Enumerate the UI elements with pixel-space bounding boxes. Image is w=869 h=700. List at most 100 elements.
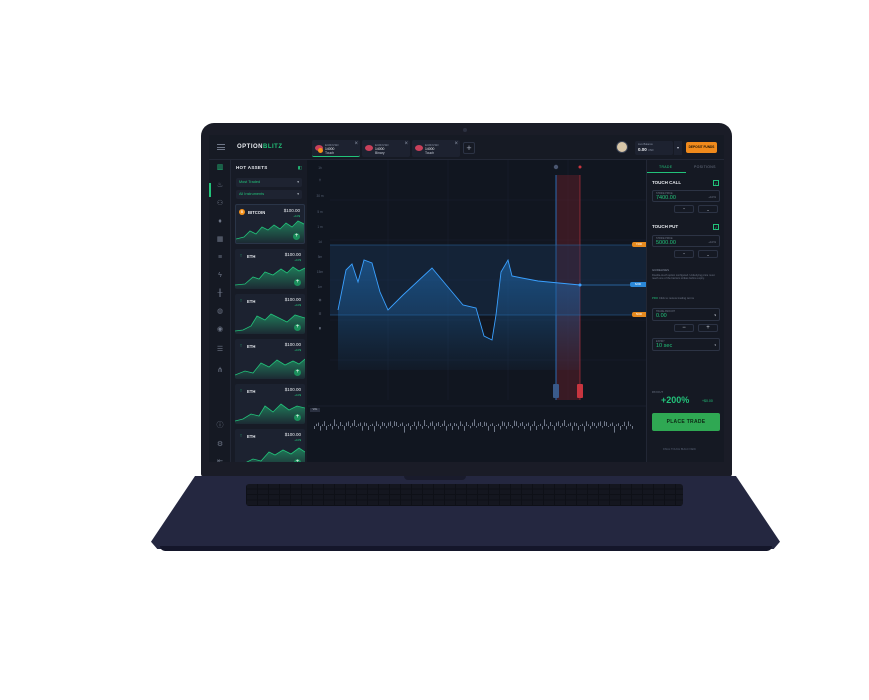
calendar-icon[interactable]: ▦ [216,236,224,244]
zoom-icon[interactable]: ⚲ [312,178,328,182]
place-trade-button[interactable]: PLACE TRADE [652,413,720,431]
touch-call-checkbox[interactable]: ✓ [713,180,719,186]
call-strike-field[interactable]: STRIKE PRICE 7400.00 +10% [652,190,720,202]
volume-bar [430,422,431,426]
entry-marker-icon[interactable] [553,164,559,170]
volume-bar [346,422,347,426]
asset-tab-2[interactable]: EUR/USD 14000 Binary × [362,140,410,157]
bar-chart-icon[interactable]: ▥ [216,164,224,172]
volume-bar [602,426,603,428]
touch-put-checkbox[interactable]: ✓ [713,224,719,230]
users-icon[interactable]: ⚇ [216,200,224,208]
volume-bar [608,426,609,427]
volume-bar [584,426,585,432]
volume-bar [320,426,321,431]
touch-put-title: TOUCH PUT [652,224,679,229]
volume-bar [352,423,353,426]
globe-icon[interactable]: ◍ [216,308,224,316]
timeframe-button[interactable]: 1h [312,166,328,170]
volume-bar [492,423,493,426]
target-icon[interactable]: ◉ [216,326,224,334]
entry-handle[interactable] [553,384,559,398]
draw-tool-icon[interactable]: ⛭ [312,298,328,302]
balance-dropdown-button[interactable]: ▾ [674,141,682,155]
tab-positions[interactable]: POSITIONS [694,165,716,169]
gear-icon[interactable]: ⚙ [216,441,224,449]
hamburger-menu-icon[interactable] [217,144,225,150]
volume-bar [314,426,315,429]
asset-card-2[interactable]: ↑ ETH $100.00 +10$ + [235,294,305,334]
volume-bar [434,426,435,430]
chart-icon[interactable]: ≡ [216,254,224,262]
deposit-button[interactable]: DEPOSIT FUNDS [686,142,717,153]
asset-card-3[interactable]: ↑ ETH $100.00 +10$ + [235,339,305,379]
expiry-marker-icon[interactable] [578,165,582,169]
balance-currency: USD [648,149,654,152]
asset-card-0[interactable]: B BITCOIN $100.00 +10$ + [235,204,305,244]
timeframe-button[interactable]: 1m [312,285,328,289]
volume-bar [578,426,579,430]
drop-icon[interactable]: ♦ [216,218,224,226]
add-asset-button[interactable]: + [294,279,301,286]
increase-amount-button[interactable]: + [698,324,718,332]
call-down-button[interactable]: ⌄ [698,205,718,213]
close-tab-icon[interactable]: × [404,141,408,147]
asset-card-5[interactable]: ↑ ETH $100.00 +10$ + [235,429,305,462]
volume-bar [600,421,601,426]
close-tab-icon[interactable]: × [454,141,458,147]
volume-bar [532,424,533,426]
fire-icon[interactable]: ♨ [216,182,224,190]
timeframe-button[interactable]: 30 m [312,194,328,198]
add-asset-button[interactable]: + [294,324,301,331]
asset-card-1[interactable]: ↑ ETH $100.00 +10$ + [235,249,305,289]
volume-bar [374,426,375,432]
put-down-button[interactable]: ⌄ [698,250,718,258]
timeframe-button[interactable]: 5m [312,255,328,259]
volume-bar [372,423,373,426]
asset-card-4[interactable]: ↑ ETH $100.00 +10$ + [235,384,305,424]
close-tab-icon[interactable]: × [354,141,358,147]
timeframe-button[interactable]: 15m [312,270,328,274]
call-up-button[interactable]: ⌃ [674,205,694,213]
volume-bar [324,421,325,426]
filter-instruments[interactable]: All Instruments ▾ [236,190,302,199]
balance-label: Live Balance [638,143,653,146]
database-icon[interactable]: ☰ [216,346,224,354]
avatar[interactable] [616,141,628,153]
bolt-icon[interactable]: ϟ [216,272,224,280]
candles-icon[interactable]: ╫ [216,290,224,298]
add-asset-button[interactable]: + [293,233,300,240]
link-prefix: PRO [652,296,659,300]
trade-amount-field[interactable]: TRADE AMOUNT 0.00 $ [652,308,720,321]
volume-bar [510,425,511,426]
decrease-amount-button[interactable]: − [674,324,694,332]
volume-bar [428,426,429,429]
add-tab-button[interactable]: + [463,142,475,154]
expiry-handle[interactable] [577,384,583,398]
terms-link[interactable]: PRO Click to review trading terms [652,296,694,300]
volume-bar [538,425,539,426]
candles-icon[interactable]: ▮ [312,326,328,330]
put-strike-field[interactable]: STRIKE PRICE 5000.00 +10% [652,235,720,247]
expiry-select[interactable]: EXPIRY 10 sec ▾ [652,338,720,351]
tab-trade[interactable]: TRADE [659,165,672,169]
network-icon[interactable]: ⋔ [216,367,224,375]
asset-tab-1[interactable]: EUR/USD 14000 Touch × [312,140,360,157]
add-asset-button[interactable]: + [294,414,301,421]
timeframe-button[interactable]: 1d [312,240,328,244]
add-asset-button[interactable]: + [294,459,301,462]
eur-flag-icon [415,145,423,151]
add-asset-button[interactable]: + [294,369,301,376]
filter-most-traded[interactable]: Most Traded ▾ [236,178,302,187]
timeframe-button[interactable]: 5 m [312,210,328,214]
volume-bar [462,424,463,426]
put-up-button[interactable]: ⌃ [674,250,694,258]
volume-bar [410,426,411,430]
asset-tab-3[interactable]: EUR/USD 14000 Touch × [412,140,460,157]
collapse-icon[interactable]: ◧ [298,165,302,171]
indicators-icon[interactable]: ☱ [312,312,328,316]
touch-call-title: TOUCH CALL [652,180,682,185]
logout-icon[interactable]: ⇤ [216,458,224,462]
info-icon[interactable]: ⓘ [216,422,224,430]
timeframe-button[interactable]: 1 m [312,225,328,229]
